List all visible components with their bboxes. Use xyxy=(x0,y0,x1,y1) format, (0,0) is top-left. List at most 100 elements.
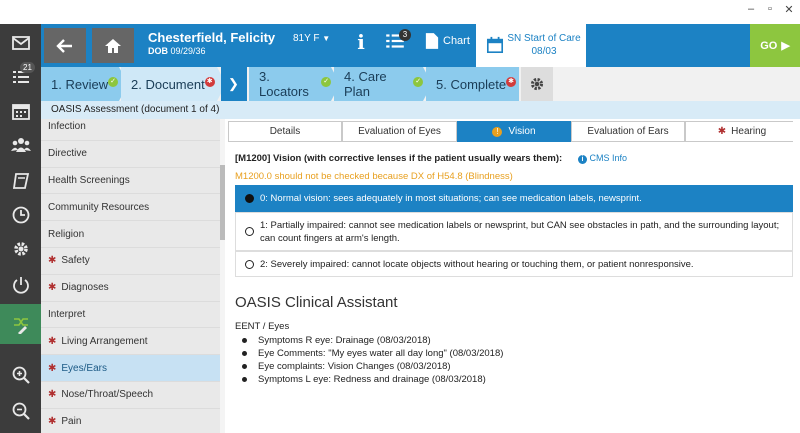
question-title: [M1200] Vision (with corrective lenses i… xyxy=(235,153,563,164)
required-icon: ✱ xyxy=(717,126,727,137)
list-item: Eye complaints: Vision Changes (08/03/20… xyxy=(242,361,451,372)
settings-icon[interactable] xyxy=(0,232,41,266)
list-item: Symptoms L eye: Redness and drainage (08… xyxy=(242,374,486,385)
sidebar-item-religion[interactable]: Religion xyxy=(41,221,220,248)
vision-option-0[interactable]: 0: Normal vision: sees adequately in mos… xyxy=(235,185,793,212)
book-icon[interactable] xyxy=(0,164,41,198)
maximize-button[interactable]: ▫ xyxy=(762,3,778,15)
sidebar-item-safety[interactable]: ✱ Safety xyxy=(41,248,220,275)
dob-value: 09/29/36 xyxy=(170,46,206,56)
tasks-badge: 21 xyxy=(20,62,35,73)
error-icon: ✱ xyxy=(204,77,215,87)
left-rail: 21 xyxy=(0,24,41,433)
step-locators[interactable]: 3. Locators ✓ xyxy=(249,67,331,101)
gear-icon[interactable] xyxy=(521,67,553,101)
step-label: 5. Complete xyxy=(436,76,507,92)
step-care-plan[interactable]: 4. Care Plan ✓ xyxy=(334,67,423,101)
sidebar-item-community-resources[interactable]: Community Resources xyxy=(41,194,220,222)
sidebar-item-nose-throat-speech[interactable]: ✱ Nose/Throat/Speech xyxy=(41,382,220,409)
required-icon: ✱ xyxy=(48,416,57,428)
sidebar-item-living-arrangement[interactable]: ✱ Living Arrangement xyxy=(41,328,220,356)
vision-option-2[interactable]: 2: Severely impaired: cannot locate obje… xyxy=(235,251,793,277)
required-icon: ✱ xyxy=(48,362,57,374)
info-icon[interactable]: i xyxy=(346,30,376,62)
cms-info-link[interactable]: i CMS Info xyxy=(578,153,627,164)
clock-icon[interactable] xyxy=(0,198,41,232)
required-icon: ✱ xyxy=(48,282,57,294)
home-button[interactable] xyxy=(92,28,134,63)
calendar-icon[interactable] xyxy=(0,94,41,128)
visit-title: SN Start of Care xyxy=(507,33,581,44)
window-title-bar: – ▫ ✕ xyxy=(0,0,800,24)
tab-evaluation-of-eyes[interactable]: Evaluation of Eyes xyxy=(342,121,457,142)
patient-header: Chesterfield, Felicity DOB 09/29/36 81Y … xyxy=(41,24,800,67)
patient-age[interactable]: 81Y F ▼ xyxy=(293,33,330,44)
power-icon[interactable] xyxy=(0,268,41,302)
step-label: 2. Document xyxy=(131,76,205,92)
zoom-out-icon[interactable] xyxy=(0,394,41,428)
visit-date: 08/03 xyxy=(531,46,557,57)
step-label: 4. Care Plan xyxy=(344,69,387,99)
required-icon: ✱ xyxy=(48,255,57,267)
required-icon: ✱ xyxy=(48,389,57,401)
section-sidebar: Infection Directive Health Screenings Co… xyxy=(41,119,221,433)
clinical-assistant-section: EENT / Eyes xyxy=(235,321,290,332)
document-icon xyxy=(425,33,439,49)
step-review[interactable]: 1. Review ✓ xyxy=(41,67,119,101)
sidebar-scrollbar-thumb[interactable] xyxy=(220,165,225,240)
sidebar-item-interpret[interactable]: Interpret xyxy=(41,302,220,329)
check-icon: ✓ xyxy=(321,77,331,87)
zoom-in-icon[interactable] xyxy=(0,358,41,392)
step-complete[interactable]: 5. Complete ✱ xyxy=(426,67,519,101)
vision-option-1[interactable]: 1: Partially impaired: cannot see medica… xyxy=(235,212,793,251)
shuffle-edit-icon[interactable] xyxy=(0,304,41,344)
play-icon: ▶ xyxy=(781,40,790,52)
step-document[interactable]: 2. Document ✱ xyxy=(121,67,217,101)
back-button[interactable] xyxy=(44,28,86,63)
list-item: Eye Comments: "My eyes water all day lon… xyxy=(241,348,503,359)
mail-icon[interactable] xyxy=(0,26,41,60)
arrow-left-icon xyxy=(56,38,72,53)
radio-icon xyxy=(245,259,254,269)
chevron-down-icon: ▼ xyxy=(322,34,331,43)
step-dropdown[interactable]: ❯ xyxy=(221,67,247,101)
visit-tab[interactable]: SN Start of Care 08/03 xyxy=(476,24,586,67)
sidebar-item-health-screenings[interactable]: Health Screenings xyxy=(41,168,220,195)
chart-label: Chart xyxy=(443,35,470,47)
close-button[interactable]: ✕ xyxy=(781,3,797,16)
warning-icon: ! xyxy=(492,126,503,137)
chart-button[interactable]: Chart xyxy=(425,32,470,50)
error-icon: ✱ xyxy=(506,77,517,87)
sidebar-item-diagnoses[interactable]: ✱ Diagnoses xyxy=(41,275,220,302)
team-icon[interactable] xyxy=(0,128,41,162)
info-icon: i xyxy=(578,155,587,164)
age-value: 81Y F xyxy=(293,33,320,44)
validation-warning: M1200.0 should not be checked because DX… xyxy=(235,171,513,182)
check-icon: ✓ xyxy=(413,77,423,87)
content-scrollbar[interactable] xyxy=(793,121,800,433)
clinical-assistant-title: OASIS Clinical Assistant xyxy=(235,294,398,311)
chevron-down-icon: ❯ xyxy=(228,76,239,91)
go-label: GO xyxy=(760,39,778,52)
tab-evaluation-of-ears[interactable]: Evaluation of Ears xyxy=(571,121,685,142)
required-icon: ✱ xyxy=(48,335,57,347)
workflow-steps: 1. Review ✓ 2. Document ✱ ❯ 3. Locators ✓ 4… xyxy=(41,67,800,101)
sidebar-item-eyes-ears[interactable]: ✱ Eyes/Ears xyxy=(41,355,220,382)
section-tabs: Details Evaluation of Eyes ! Vision Evalu… xyxy=(228,121,800,143)
check-icon: ✓ xyxy=(108,77,119,87)
minimize-button[interactable]: – xyxy=(743,3,759,15)
go-button[interactable]: GO ▶ xyxy=(750,24,800,67)
sidebar-item-directive[interactable]: Directive xyxy=(41,141,220,168)
tasks-icon[interactable]: 21 xyxy=(0,60,41,94)
list-badge: 3 xyxy=(399,29,411,41)
patient-name[interactable]: Chesterfield, Felicity xyxy=(148,30,275,45)
tab-vision[interactable]: ! Vision xyxy=(457,121,571,142)
sidebar-item-infection[interactable]: Infection xyxy=(41,119,220,141)
radio-selected-icon xyxy=(245,194,254,203)
tab-hearing[interactable]: ✱ Hearing xyxy=(685,121,799,142)
tab-details[interactable]: Details xyxy=(228,121,342,142)
assessment-label: OASIS Assessment (document 1 of 4) xyxy=(41,101,800,119)
sidebar-item-pain[interactable]: ✱ Pain xyxy=(41,409,220,433)
calendar-icon xyxy=(486,36,504,54)
home-icon xyxy=(105,38,121,53)
